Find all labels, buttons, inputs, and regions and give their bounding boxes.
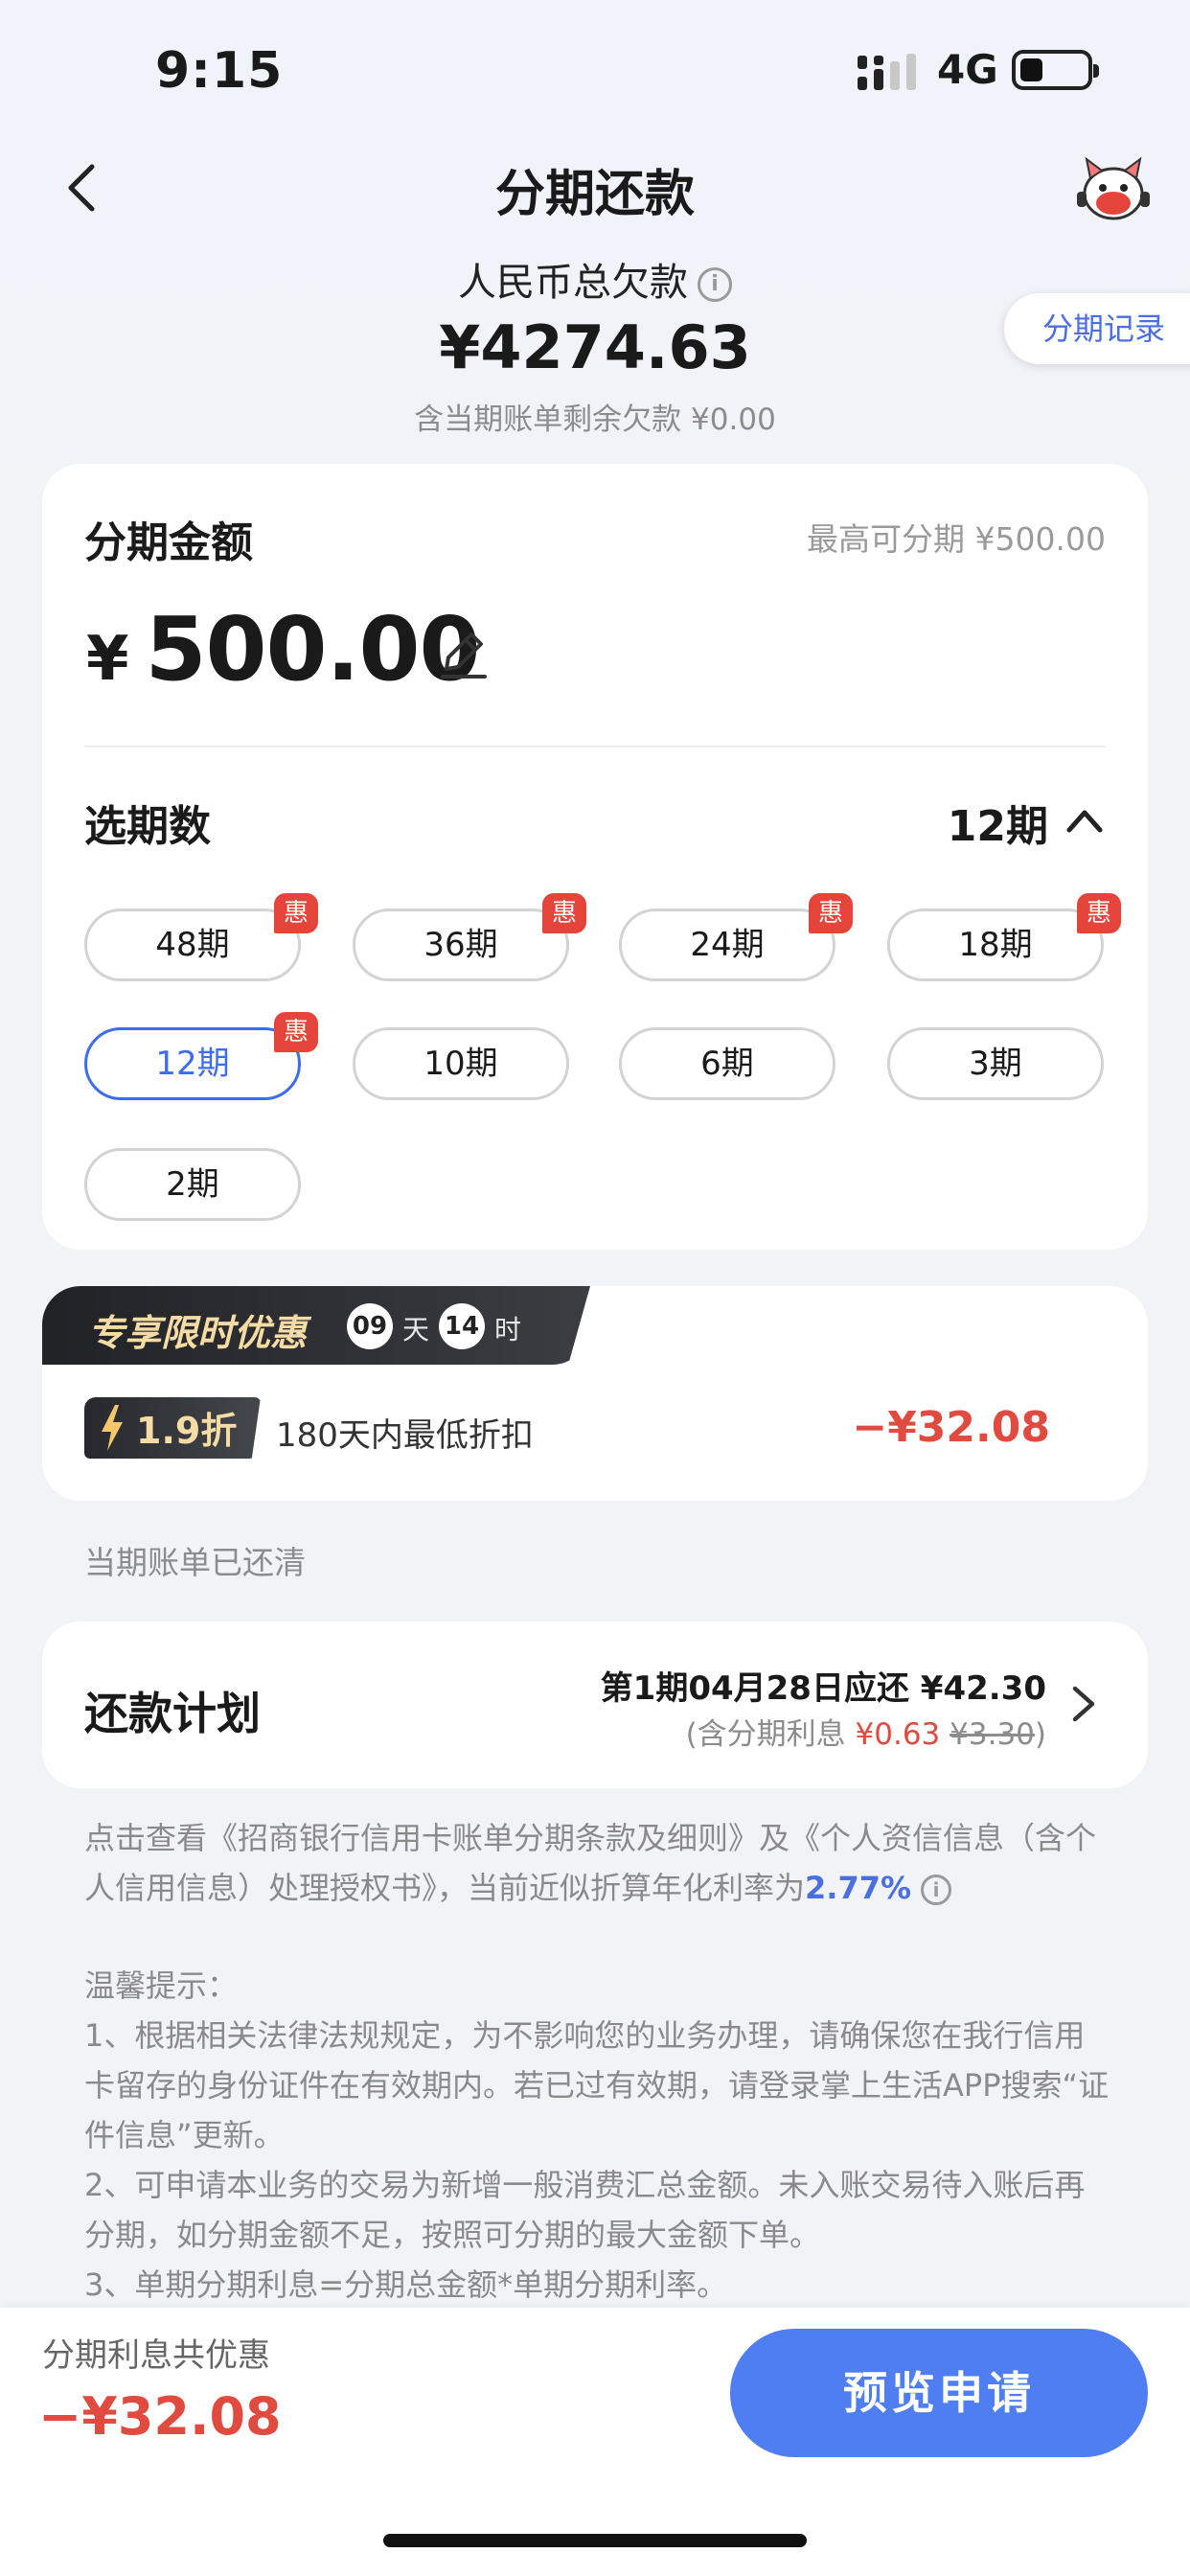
tips-title: 温馨提示： <box>84 1967 239 2004</box>
term-option-24[interactable]: 24期 <box>619 908 835 981</box>
current-bill-note: 含当期账单剩余欠款 ¥0.00 <box>414 402 776 437</box>
back-icon[interactable] <box>59 161 103 215</box>
term-option-3[interactable]: 3期 <box>887 1027 1104 1100</box>
annual-rate: 2.77% <box>805 1870 912 1906</box>
interest-original: ¥3.30 <box>950 1717 1035 1752</box>
countdown-days: 09 <box>347 1303 393 1349</box>
countdown-days-unit: 天 <box>402 1314 430 1346</box>
discount-tag: 惠 <box>1077 893 1121 933</box>
lightning-icon <box>102 1405 123 1451</box>
bill-paid-note: 当期账单已还清 <box>84 1544 306 1581</box>
term-option-36[interactable]: 36期 <box>353 908 569 981</box>
edit-icon[interactable] <box>433 625 491 682</box>
term-option-48[interactable]: 48期 <box>84 908 301 981</box>
term-option-10[interactable]: 10期 <box>353 1027 569 1100</box>
discount-amount: −¥32.08 <box>852 1403 1050 1452</box>
tips-section: 温馨提示： 1、根据相关法律法规规定，为不影响您的业务办理，请确保您在我行信用卡… <box>84 1961 1110 2310</box>
terms-text[interactable]: 点击查看《招商银行信用卡账单分期条款及细则》及《个人资信信息（含个人信用信息）处… <box>84 1813 1110 1913</box>
repayment-plan-label: 还款计划 <box>84 1688 261 1739</box>
installment-card <box>42 464 1148 1250</box>
info-icon[interactable]: i <box>921 1874 952 1905</box>
term-label: 选期数 <box>84 802 211 851</box>
amount-label: 分期金额 <box>84 518 253 567</box>
amount-value[interactable]: ¥500.00 <box>86 598 481 701</box>
discount-tag: 惠 <box>274 893 318 933</box>
discount-tag: 惠 <box>809 893 853 933</box>
amount-number: 500.00 <box>145 598 481 701</box>
term-option-6[interactable]: 6期 <box>619 1027 835 1100</box>
page-title: 分期还款 <box>494 166 695 223</box>
home-indicator[interactable] <box>383 2534 807 2547</box>
interest-suffix: ) <box>1034 1717 1046 1752</box>
discount-rate: 1.9折 <box>136 1410 238 1452</box>
signal-icon <box>858 54 916 90</box>
network-type: 4G <box>937 46 998 93</box>
tip-item: 2、可申请本业务的交易为新增一般消费汇总金额。未入账交易待入账后再分期，如分期金… <box>84 2167 1086 2253</box>
total-savings-label: 分期利息共优惠 <box>42 2336 270 2375</box>
first-payment-info: 第1期04月28日应还 ¥42.30 <box>600 1669 1046 1708</box>
interest-current: ¥0.63 <box>855 1717 941 1752</box>
info-icon[interactable]: i <box>698 267 732 302</box>
countdown-hours-unit: 时 <box>494 1314 522 1346</box>
max-amount-note: 最高可分期 ¥500.00 <box>807 520 1106 558</box>
total-debt-label: 人民币总欠款 <box>458 261 688 305</box>
total-debt-label-row: 人民币总欠款 i <box>0 251 1190 307</box>
term-option-2[interactable]: 2期 <box>84 1148 301 1221</box>
interest-info: (含分期利息 ¥0.63 ¥3.30) <box>686 1710 1046 1753</box>
chevron-right-icon[interactable] <box>1069 1683 1098 1725</box>
tip-item: 1、根据相关法律法规规定，为不影响您的业务办理，请确保您在我行信用卡留存的身份证… <box>84 2017 1110 2153</box>
discount-description: 180天内最低折扣 <box>276 1416 534 1455</box>
promo-title: 专享限时优惠 <box>88 1312 308 1354</box>
total-savings-amount: −¥32.08 <box>38 2386 282 2447</box>
interest-prefix: (含分期利息 <box>685 1717 856 1752</box>
installment-records-button[interactable]: 分期记录 <box>1004 293 1190 364</box>
discount-tag: 惠 <box>542 893 586 933</box>
chevron-up-icon[interactable] <box>1064 801 1106 840</box>
term-option-12[interactable]: 12期 <box>84 1027 301 1100</box>
currency-symbol: ¥ <box>86 624 129 695</box>
mascot-icon[interactable] <box>1073 153 1154 224</box>
battery-icon <box>1012 50 1099 90</box>
discount-tag: 惠 <box>274 1012 318 1052</box>
countdown-hours: 14 <box>439 1303 485 1349</box>
divider <box>84 746 1106 748</box>
term-option-18[interactable]: 18期 <box>887 908 1104 981</box>
preview-apply-button[interactable]: 预览申请 <box>730 2329 1148 2457</box>
tip-item: 3、单期分期利息=分期总金额*单期分期利率。 <box>84 2266 728 2303</box>
status-time: 9:15 <box>155 42 284 100</box>
term-selected-value[interactable]: 12期 <box>948 792 1048 853</box>
